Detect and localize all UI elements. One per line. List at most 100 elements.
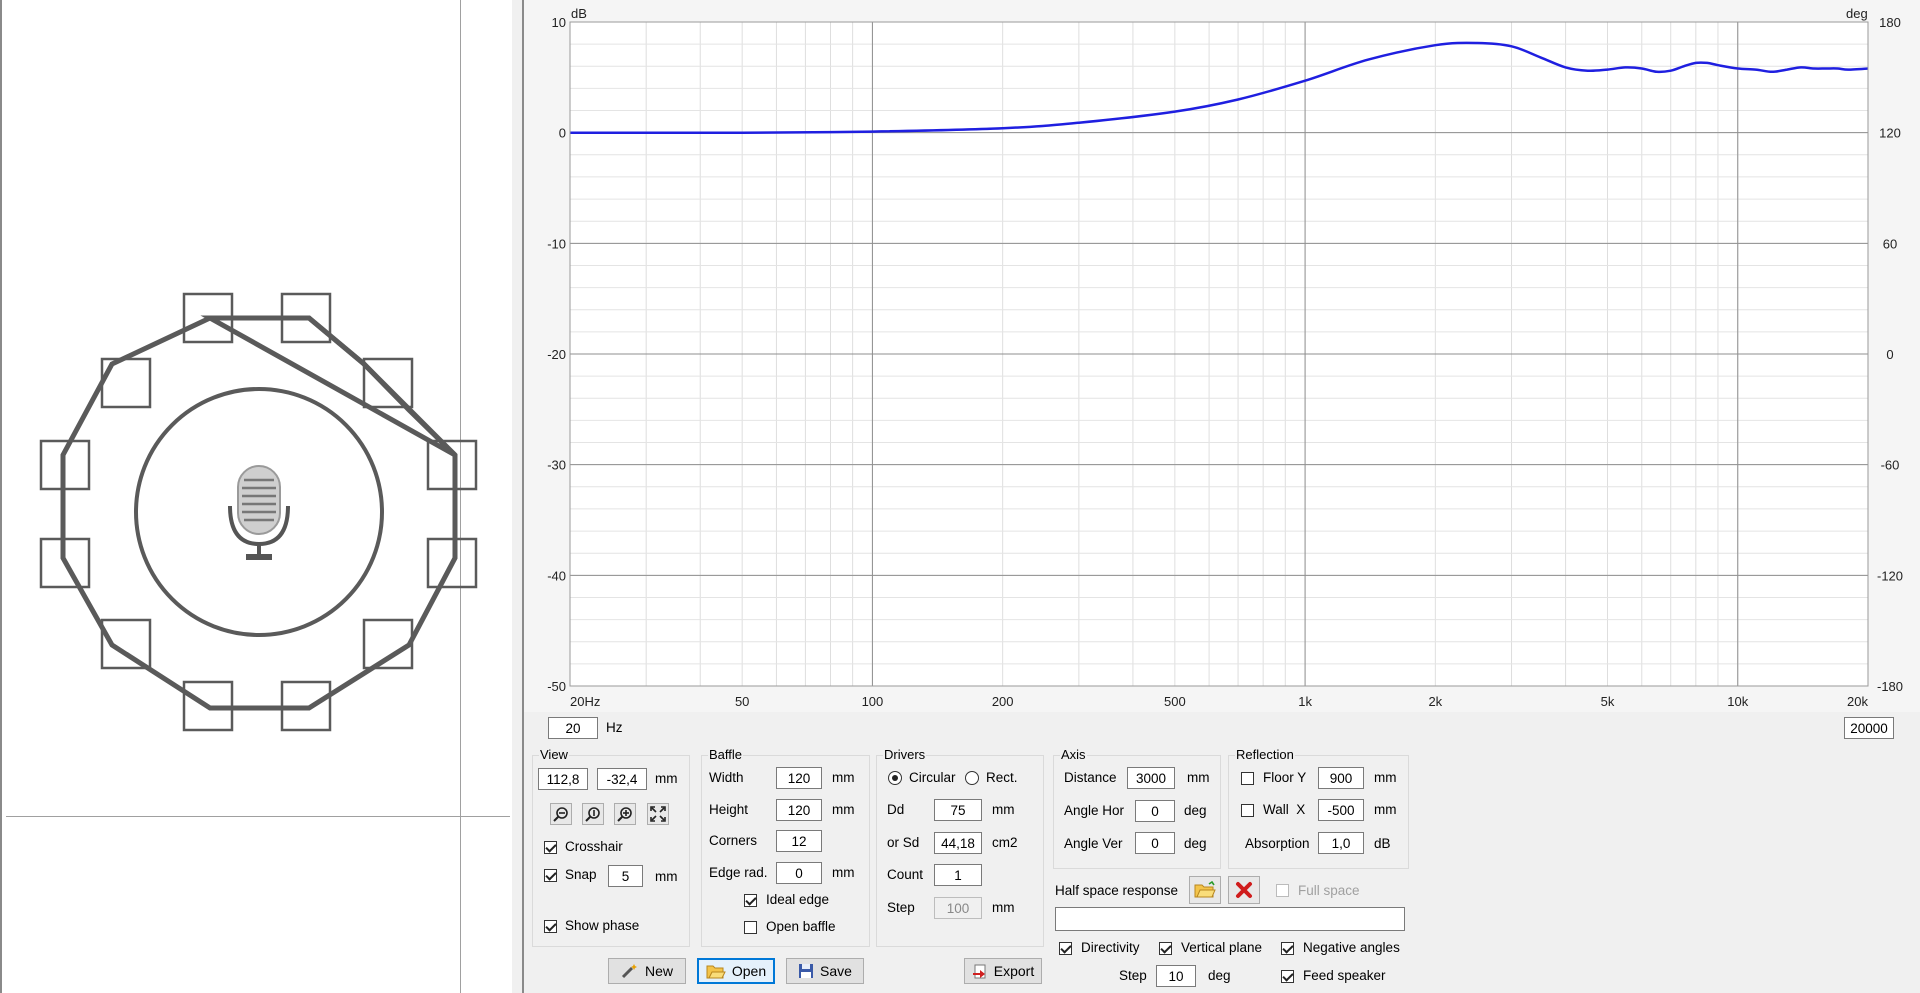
freq-max-field[interactable]: 20000 bbox=[1844, 717, 1894, 739]
distance-label: Distance bbox=[1064, 770, 1117, 785]
view-y-field[interactable]: -32,4 bbox=[597, 768, 647, 790]
width-field[interactable]: 120 bbox=[776, 767, 822, 789]
export-button-label: Export bbox=[993, 963, 1035, 979]
wall-field[interactable]: -500 bbox=[1318, 799, 1364, 821]
circular-label: Circular bbox=[909, 770, 956, 785]
folder-open-icon bbox=[706, 965, 726, 979]
view-unit-label: mm bbox=[655, 771, 678, 786]
open-baffle-checkbox[interactable] bbox=[744, 921, 757, 934]
rect-label: Rect. bbox=[986, 770, 1018, 785]
corners-field[interactable]: 12 bbox=[776, 830, 822, 852]
right-axis-unit: deg bbox=[1846, 6, 1868, 21]
export-icon bbox=[972, 964, 986, 979]
snap-label: Snap bbox=[565, 867, 597, 882]
baffle-view-panel[interactable] bbox=[0, 0, 513, 993]
zoom-in-icon bbox=[617, 807, 632, 822]
right-tick-label: -120 bbox=[1877, 568, 1903, 583]
right-tick-label: 180 bbox=[1879, 15, 1901, 30]
folder-open-icon bbox=[1194, 881, 1216, 898]
directivity-checkbox[interactable] bbox=[1059, 942, 1072, 955]
chart-svg: 100-10-20-30-40-50 180120600-60-120-180 … bbox=[547, 15, 1903, 709]
absorption-field[interactable]: 1,0 bbox=[1318, 832, 1364, 854]
new-button[interactable]: New bbox=[608, 958, 686, 984]
driver-step-unit-label: mm bbox=[992, 900, 1015, 915]
panel-splitter[interactable] bbox=[512, 0, 524, 993]
feed-speaker-checkbox[interactable] bbox=[1281, 970, 1294, 983]
clear-half-space-button[interactable] bbox=[1228, 876, 1260, 904]
save-button[interactable]: Save bbox=[786, 958, 864, 984]
baffle-drawing[interactable] bbox=[0, 0, 512, 993]
x-tick-label: 10k bbox=[1727, 694, 1748, 709]
right-tick-label: 60 bbox=[1883, 236, 1897, 251]
dd-field[interactable]: 75 bbox=[934, 799, 982, 821]
count-field[interactable]: 1 bbox=[934, 864, 982, 886]
absorption-unit-label: dB bbox=[1374, 836, 1391, 851]
drivers-group-title: Drivers bbox=[883, 747, 927, 762]
freq-min-field[interactable]: 20 bbox=[548, 717, 598, 739]
circular-radio[interactable] bbox=[888, 771, 902, 785]
y-tick-label: -20 bbox=[547, 347, 566, 362]
crosshair-checkbox[interactable] bbox=[544, 841, 557, 854]
distance-unit-label: mm bbox=[1187, 770, 1210, 785]
ideal-edge-checkbox[interactable] bbox=[744, 894, 757, 907]
zoom-icon bbox=[585, 807, 600, 822]
full-space-checkbox[interactable] bbox=[1276, 884, 1289, 897]
fullscreen-button[interactable] bbox=[647, 803, 669, 825]
view-group-title: View bbox=[539, 747, 569, 762]
distance-field[interactable]: 3000 bbox=[1127, 767, 1175, 789]
floor-checkbox[interactable] bbox=[1241, 772, 1254, 785]
snap-field[interactable]: 5 bbox=[608, 865, 643, 887]
vertical-plane-checkbox[interactable] bbox=[1159, 942, 1172, 955]
zoom-out-button[interactable] bbox=[550, 803, 572, 825]
height-unit-label: mm bbox=[832, 802, 855, 817]
crosshair-label: Crosshair bbox=[565, 839, 623, 854]
x-tick-label: 5k bbox=[1601, 694, 1615, 709]
frequency-response-chart[interactable]: 10 0 -10 -20 -30 -40 -50 180 120 60 0 -60 -120 -180 … bbox=[524, 0, 1920, 712]
magic-wand-icon bbox=[621, 964, 637, 979]
microphone-icon bbox=[228, 465, 290, 560]
open-button-label: Open bbox=[731, 963, 767, 979]
feed-speaker-label: Feed speaker bbox=[1303, 968, 1386, 983]
angle-hor-field[interactable]: 0 bbox=[1135, 800, 1175, 822]
negative-angles-checkbox[interactable] bbox=[1281, 942, 1294, 955]
x-tick-label: 200 bbox=[992, 694, 1014, 709]
floor-field[interactable]: 900 bbox=[1318, 767, 1364, 789]
right-tick-label: -60 bbox=[1881, 458, 1900, 473]
y-tick-label: -50 bbox=[547, 679, 566, 694]
directivity-step-unit-label: deg bbox=[1208, 968, 1231, 983]
count-label: Count bbox=[887, 867, 924, 882]
height-field[interactable]: 120 bbox=[776, 799, 822, 821]
x-tick-label: 20Hz bbox=[570, 694, 600, 709]
y-tick-label: -10 bbox=[547, 236, 566, 251]
directivity-label: Directivity bbox=[1081, 940, 1140, 955]
directivity-step-field[interactable]: 10 bbox=[1156, 965, 1196, 987]
half-space-label: Half space response bbox=[1055, 883, 1179, 898]
half-space-path-field[interactable] bbox=[1055, 907, 1405, 931]
sd-field[interactable]: 44,18 bbox=[934, 832, 982, 854]
dd-unit-label: mm bbox=[992, 802, 1015, 817]
negative-angles-label: Negative angles bbox=[1303, 940, 1400, 955]
wall-checkbox[interactable] bbox=[1241, 804, 1254, 817]
open-button[interactable]: Open bbox=[697, 958, 775, 984]
rect-radio[interactable] bbox=[965, 771, 979, 785]
dd-label: Dd bbox=[887, 802, 905, 817]
x-tick-label: 100 bbox=[862, 694, 884, 709]
zoom-in-button[interactable] bbox=[614, 803, 636, 825]
snap-checkbox[interactable] bbox=[544, 869, 557, 882]
load-half-space-button[interactable] bbox=[1189, 876, 1221, 904]
right-axis-labels: 180 120 60 0 -60 -120 -180 bbox=[1877, 15, 1903, 694]
y-tick-label: 0 bbox=[559, 126, 566, 141]
driver-step-label: Step bbox=[887, 900, 915, 915]
show-phase-checkbox[interactable] bbox=[544, 920, 557, 933]
driver-step-field[interactable]: 100 bbox=[934, 897, 982, 919]
angle-ver-field[interactable]: 0 bbox=[1135, 832, 1175, 854]
edge-radius-field[interactable]: 0 bbox=[776, 862, 822, 884]
right-tick-label: 120 bbox=[1879, 126, 1901, 141]
right-tick-label: 0 bbox=[1886, 347, 1893, 362]
corner-handle bbox=[362, 357, 414, 409]
export-button[interactable]: Export bbox=[964, 958, 1042, 984]
open-baffle-label: Open baffle bbox=[766, 919, 836, 934]
zoom-fit-button[interactable] bbox=[582, 803, 604, 825]
save-button-label: Save bbox=[820, 963, 852, 979]
view-x-field[interactable]: 112,8 bbox=[538, 768, 588, 790]
